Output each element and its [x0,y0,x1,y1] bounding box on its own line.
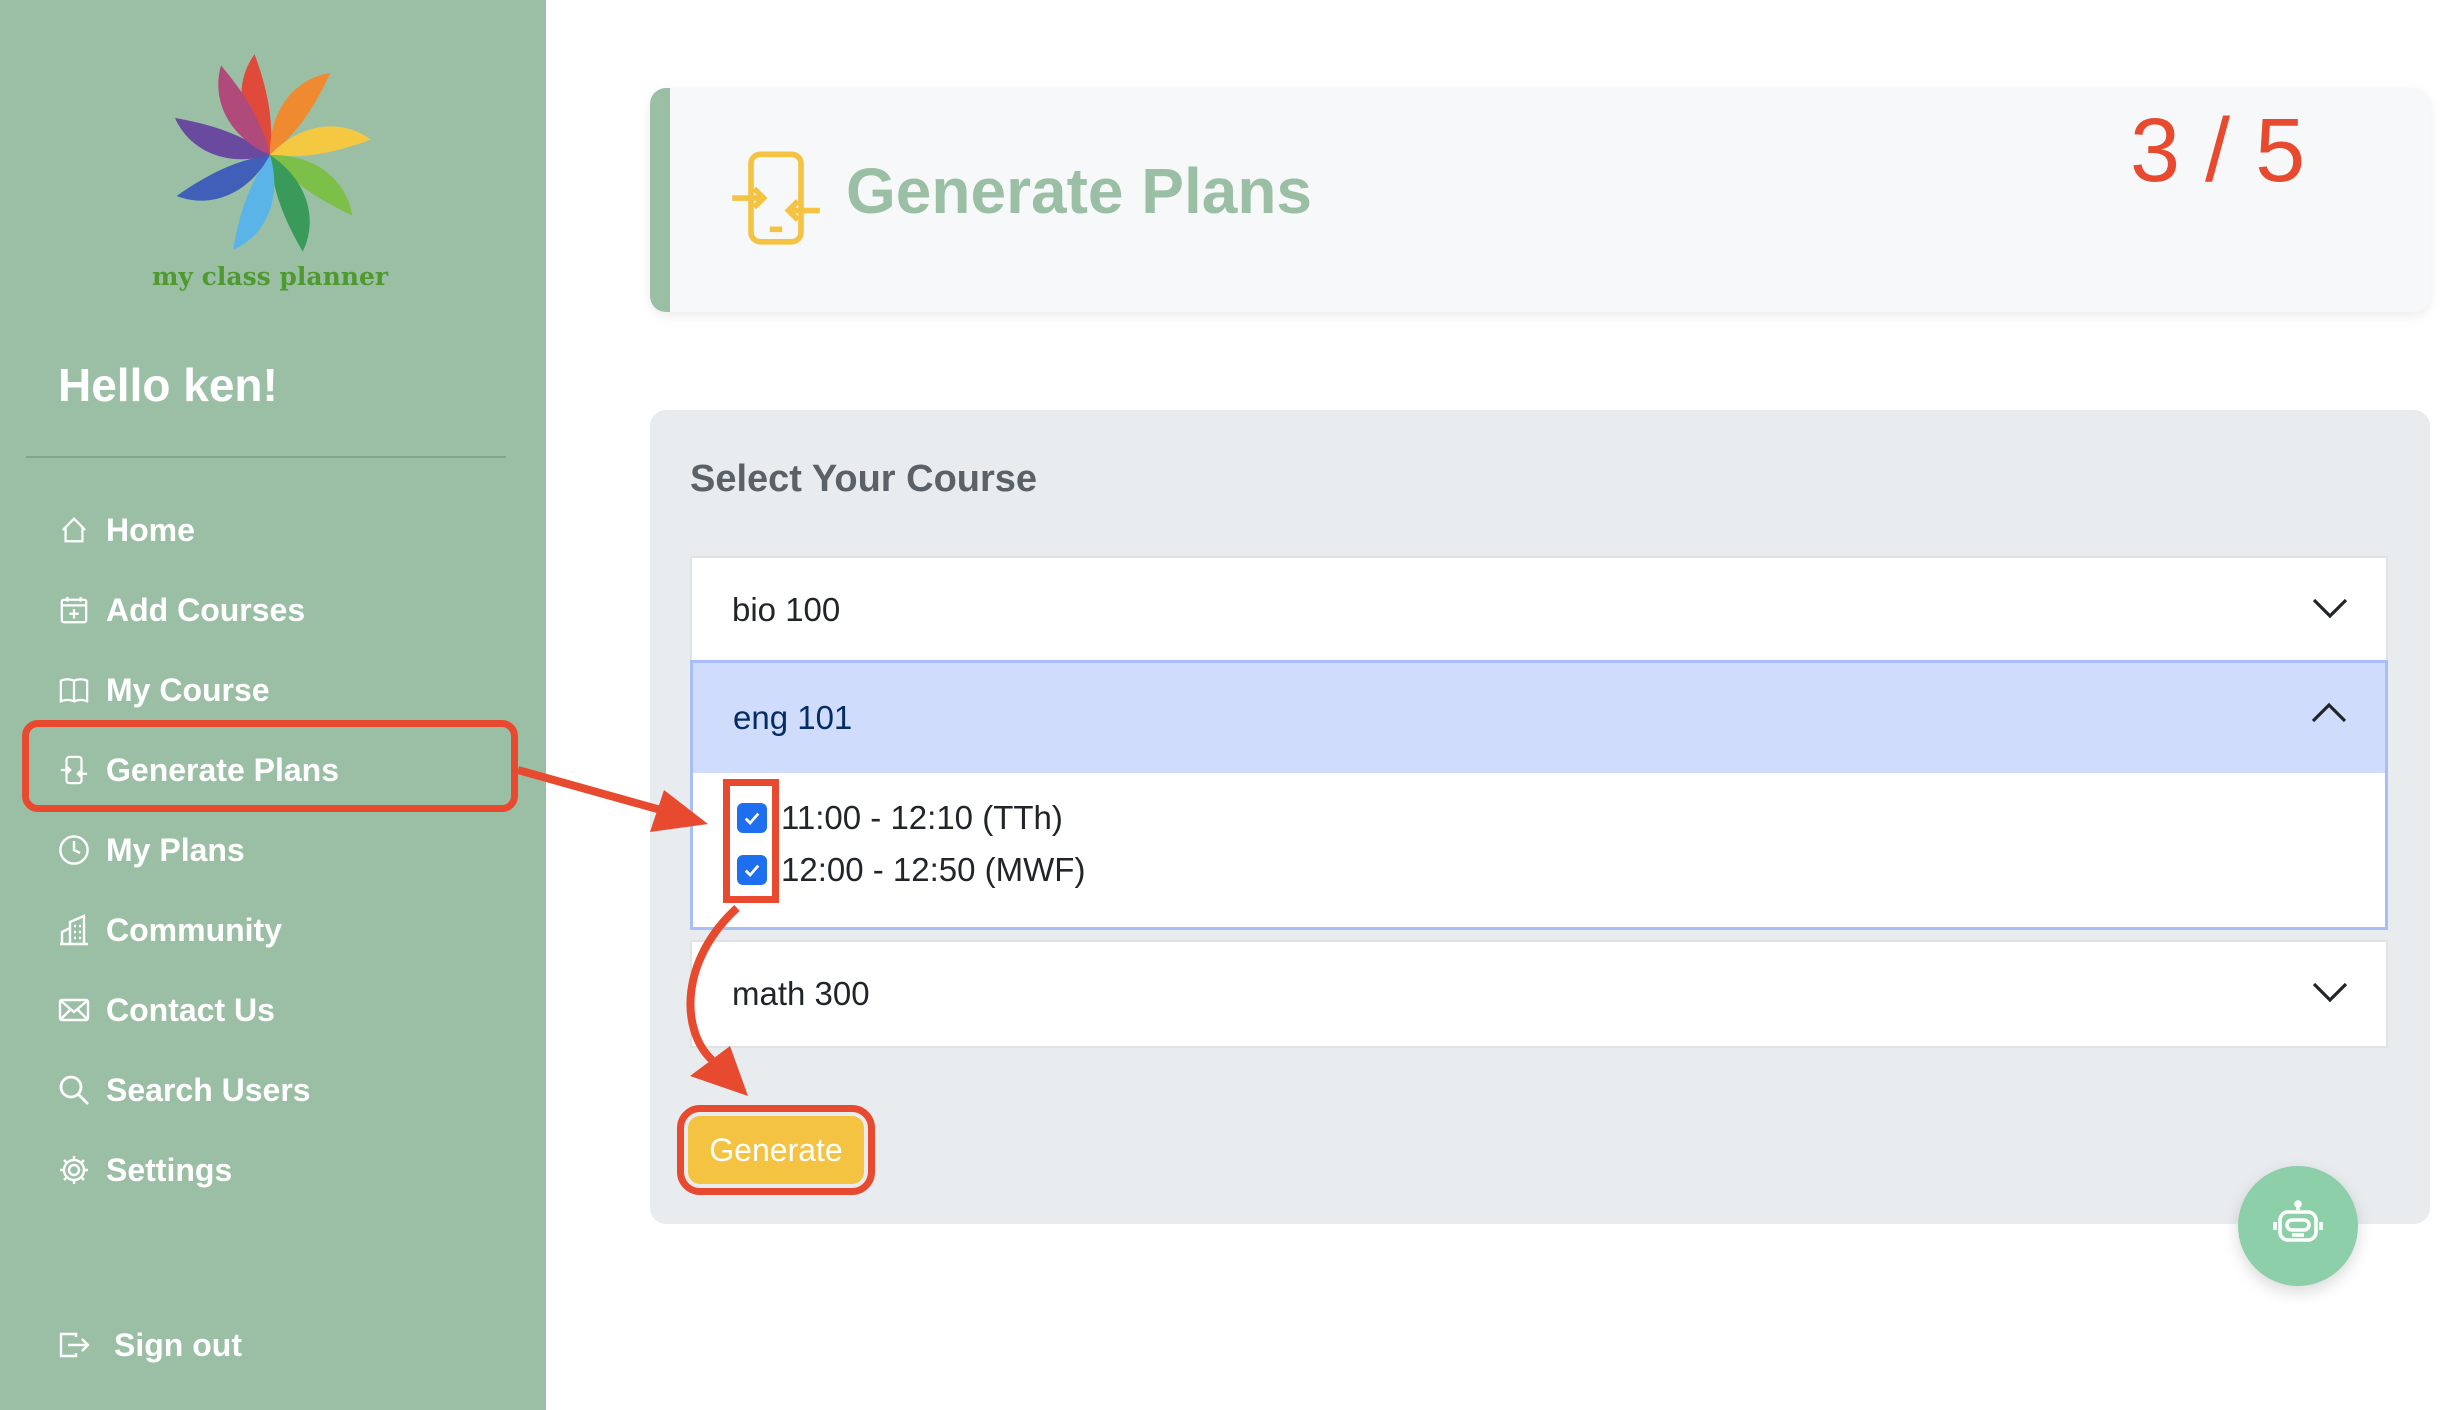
accordion-body: 11:00 - 12:10 (TTh) 12:00 - 12:50 (MWF) [693,773,2385,927]
book-icon [56,672,92,708]
sidebar-item-my-course[interactable]: My Course [56,665,270,715]
sidebar: my class planner Hello ken! Home Add Cou… [0,0,546,1410]
course-name: math 300 [732,975,870,1012]
sidebar-item-label: Settings [106,1151,233,1188]
box-arrow-right-icon [56,1327,92,1363]
logo-text: my class planner [151,262,389,291]
sidebar-item-label: Contact Us [106,991,275,1028]
course-name: bio 100 [732,591,841,628]
course-accordion-math-300[interactable]: math 300 [690,940,2388,1048]
sidebar-item-label: My Plans [106,831,245,868]
sidebar-item-contact-us[interactable]: Contact Us [56,985,275,1035]
page-title: Generate Plans [846,155,1312,227]
section-option[interactable]: 11:00 - 12:10 (TTh) [737,799,1063,837]
course-name: eng 101 [733,699,853,736]
page-header: Generate Plans 3 / 5 [650,88,2430,312]
phone-swap-icon [726,148,826,253]
sidebar-item-home[interactable]: Home [56,505,195,555]
sidebar-item-my-plans[interactable]: My Plans [56,825,245,875]
generate-button[interactable]: Generate [677,1105,875,1195]
section-label: 12:00 - 12:50 (MWF) [781,851,1086,888]
course-accordion-bio-100[interactable]: bio 100 [690,556,2388,664]
search-icon [56,1072,92,1108]
sidebar-item-label: Community [106,911,282,948]
envelope-icon [56,992,92,1028]
chatbot-button[interactable] [2238,1166,2358,1286]
sign-out-button[interactable]: Sign out [56,1320,242,1370]
sidebar-item-add-courses[interactable]: Add Courses [56,585,305,635]
pinwheel-logo-icon [174,54,371,252]
sidebar-divider [26,456,506,458]
robot-icon [2272,1199,2324,1253]
home-icon [56,512,92,548]
sidebar-item-settings[interactable]: Settings [56,1145,232,1195]
sign-out-label: Sign out [114,1326,242,1363]
section-option[interactable]: 12:00 - 12:50 (MWF) [737,851,1085,889]
buildings-icon [56,912,92,948]
accordion-header[interactable]: eng 101 [693,663,2385,773]
gear-icon [56,1152,92,1188]
calendar-plus-icon [56,592,92,628]
app-logo[interactable]: my class planner [130,50,410,300]
step-indicator: 3 / 5 [2130,101,2306,201]
course-panel: Select Your Course bio 100 eng 101 11:00… [650,410,2430,1224]
section-label: 11:00 - 12:10 (TTh) [781,799,1063,836]
clock-icon [56,832,92,868]
chevron-down-icon [2310,592,2350,630]
sidebar-item-label: Home [106,511,195,548]
sidebar-item-search-users[interactable]: Search Users [56,1065,311,1115]
accordion-header[interactable]: math 300 [692,942,2386,1046]
accordion-header[interactable]: bio 100 [692,558,2386,662]
generate-plans-highlight [22,720,518,812]
sidebar-item-label: My Course [106,671,270,708]
chevron-down-icon [2310,976,2350,1014]
greeting: Hello ken! [58,359,278,411]
sidebar-item-label: Search Users [106,1071,311,1108]
checkbox-highlight [723,779,779,903]
sidebar-item-label: Add Courses [106,591,306,628]
course-accordion-eng-101[interactable]: eng 101 11:00 - 12:10 (TTh) 12:00 - 12:5… [690,660,2388,930]
sidebar-item-community[interactable]: Community [56,905,282,955]
panel-title: Select Your Course [690,458,1038,500]
chevron-up-icon [2309,697,2349,735]
